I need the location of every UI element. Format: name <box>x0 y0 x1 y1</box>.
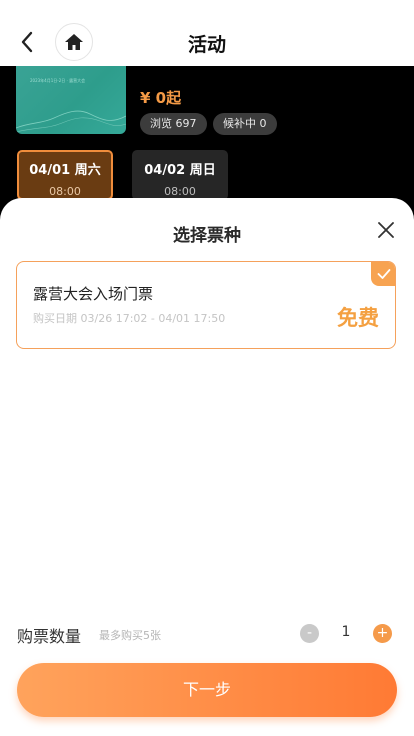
quantity-increase-button[interactable]: + <box>373 624 392 643</box>
views-badge: 浏览 697 <box>140 113 207 135</box>
time-label: 08:00 <box>49 185 81 198</box>
quantity-label: 购票数量 <box>17 627 82 646</box>
close-icon[interactable] <box>376 220 396 240</box>
sheet-title: 选择票种 <box>173 226 241 246</box>
price-label: ¥ 0起 <box>140 89 182 107</box>
ticket-price: 免费 <box>337 306 379 330</box>
ticket-purchase-range: 购买日期 03/26 17:02 - 04/01 17:50 <box>33 312 226 325</box>
waitlist-badge: 候补中 0 <box>213 113 277 135</box>
ticket-select-sheet: 选择票种 露营大会入场门票 购买日期 03/26 17:02 - 04/01 1… <box>0 198 414 736</box>
ticket-name: 露营大会入场门票 <box>33 285 154 303</box>
date-option-0401[interactable]: 04/01 周六 08:00 <box>17 150 113 200</box>
time-label: 08:00 <box>164 185 196 198</box>
quantity-value: 1 <box>341 624 351 640</box>
date-option-0402[interactable]: 04/02 周日 08:00 <box>132 150 228 200</box>
activity-cover-image[interactable]: 2023年4月1日-2日 · 露营大会 <box>16 66 126 134</box>
cover-caption: 2023年4月1日-2日 · 露营大会 <box>30 78 86 83</box>
ticket-option[interactable]: 露营大会入场门票 购买日期 03/26 17:02 - 04/01 17:50 … <box>16 261 396 349</box>
quantity-decrease-button[interactable]: - <box>300 624 319 643</box>
check-icon <box>371 262 395 286</box>
top-nav: 活动 <box>0 0 414 66</box>
quantity-limit-note: 最多购买5张 <box>99 629 161 642</box>
date-label: 04/02 周日 <box>144 163 216 178</box>
next-step-button[interactable]: 下一步 <box>17 663 397 717</box>
page-title: 活动 <box>187 34 226 56</box>
date-label: 04/01 周六 <box>29 163 101 178</box>
activity-header: 2023年4月1日-2日 · 露营大会 ¥ 0起 浏览 697 候补中 0 04… <box>0 66 414 206</box>
